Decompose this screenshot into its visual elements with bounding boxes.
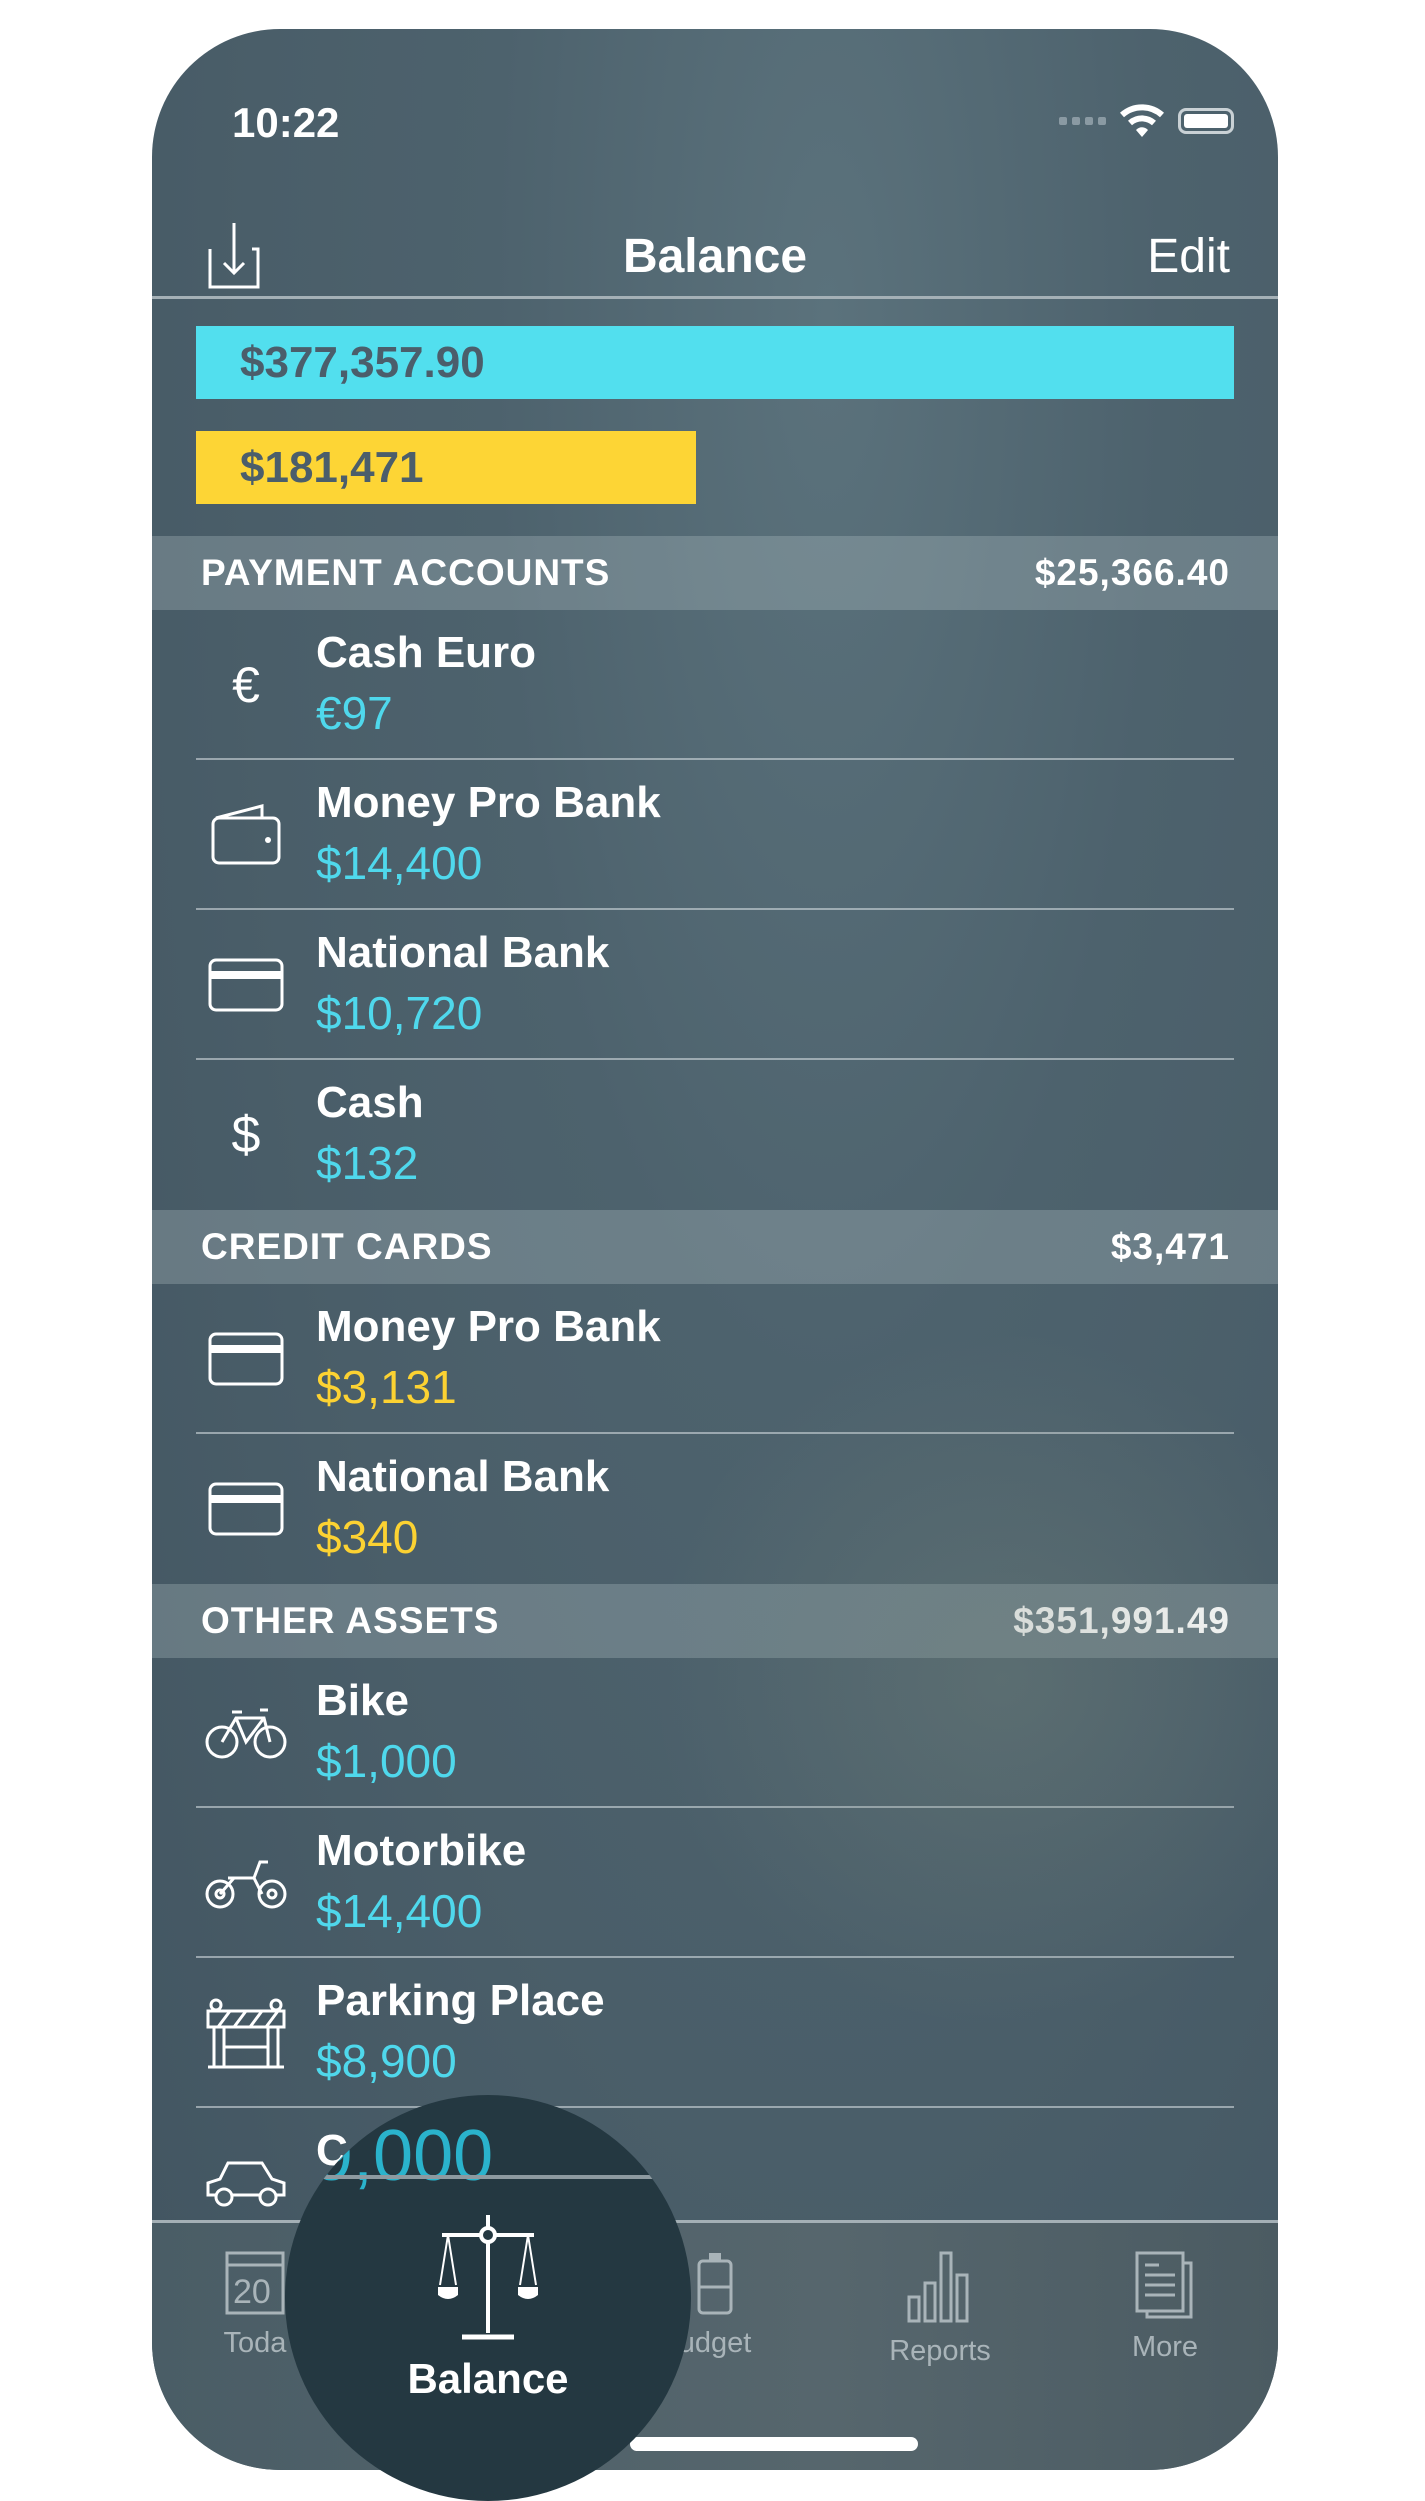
car-icon [204,2148,288,2218]
account-name: Parking Place [316,1976,605,2025]
wallet-icon [204,800,288,870]
account-amount: $3,131 [316,1361,457,1413]
assets-total-bar: $377,357.90 [196,326,1234,399]
account-row[interactable]: Motorbike $14,400 [152,1808,1278,1958]
account-name: National Bank [316,1452,610,1501]
wifi-icon [1120,104,1164,137]
account-row[interactable]: Bike $1,000 [152,1658,1278,1808]
account-name: Cash [316,1078,424,1127]
page-title: Balance [622,230,808,283]
account-row[interactable]: $ Cash $132 [152,1060,1278,1210]
card-icon [204,1324,288,1394]
nav-bar: Balance Edit [152,199,1278,299]
dollar-icon: $ [231,1106,261,1164]
debts-total-bar: $181,471 [196,431,696,504]
section-header: CREDIT CARDS $3,471 [152,1210,1278,1284]
tab-label: Reports [889,2335,991,2367]
account-amount: $1,000 [316,1735,457,1787]
account-row[interactable]: Parking Place $8,900 [152,1958,1278,2108]
account-amount: $10,720 [316,987,483,1039]
account-amount: $14,400 [316,1885,483,1937]
tab-balance-magnified[interactable]: 9,000 Balance [285,2095,691,2501]
tab-label: Toda [223,2327,287,2359]
account-name: Cash Euro [316,628,537,677]
section-total: $25,366.40 [1034,552,1230,593]
scales-icon [438,2215,538,2340]
motorbike-icon [204,1848,288,1918]
account-row[interactable]: National Bank $340 [152,1434,1278,1584]
account-name: Money Pro Bank [316,778,661,827]
signal-icon [1059,117,1106,125]
euro-icon: € [232,657,260,713]
account-name: Motorbike [316,1826,527,1875]
account-amount: $132 [316,1137,419,1189]
budget-icon [697,2253,733,2315]
battery-icon [1178,108,1234,134]
account-name: National Bank [316,928,610,977]
account-amount: $340 [316,1511,419,1563]
bar-chart-icon [907,2251,969,2323]
account-row[interactable]: National Bank $10,720 [152,910,1278,1060]
account-row[interactable]: Money Pro Bank $14,400 [152,760,1278,910]
edit-button[interactable]: Edit [1147,229,1230,284]
calendar-icon: 20 [225,2251,285,2315]
home-indicator[interactable] [630,2437,918,2451]
card-icon [204,950,288,1020]
parking-icon [204,1998,288,2069]
section-header: PAYMENT ACCOUNTS $25,366.40 [152,536,1278,610]
status-icons [1059,103,1234,139]
account-row[interactable]: € Cash Euro €97 [152,610,1278,760]
documents-icon [1135,2251,1193,2319]
account-row[interactable]: Money Pro Bank $3,131 [152,1284,1278,1434]
section-title: PAYMENT ACCOUNTS [201,552,611,593]
tab-more[interactable]: More [1075,2251,1255,2364]
card-icon [204,1474,288,1544]
section-header: OTHER ASSETS $351,991.49 [152,1584,1278,1658]
account-name: Money Pro Bank [316,1302,661,1351]
account-amount: €97 [316,687,393,739]
account-amount: $8,900 [316,2035,457,2087]
section-total: $351,991.49 [1013,1600,1230,1641]
account-name: Bike [316,1676,409,1725]
section-total: $3,471 [1110,1226,1230,1267]
accounts-list: PAYMENT ACCOUNTS $25,366.40 € Cash Euro €9… [152,536,1278,2258]
status-time: 10:22 [232,99,340,146]
section-title: CREDIT CARDS [201,1226,493,1267]
section-title: OTHER ASSETS [201,1600,500,1641]
tab-reports[interactable]: Reports [850,2251,1030,2368]
phone-screen: 10:22 Balance Edit $377,357.90 $181,471 … [152,29,1278,2470]
svg-text:20: 20 [233,2273,271,2311]
tab-label: Balance [407,2355,569,2402]
magnified-amount: 9,000 [313,2116,494,2196]
account-amount: $14,400 [316,837,483,889]
divider [285,2175,691,2179]
tab-label: More [1131,2331,1199,2363]
bike-icon [204,1698,288,1768]
